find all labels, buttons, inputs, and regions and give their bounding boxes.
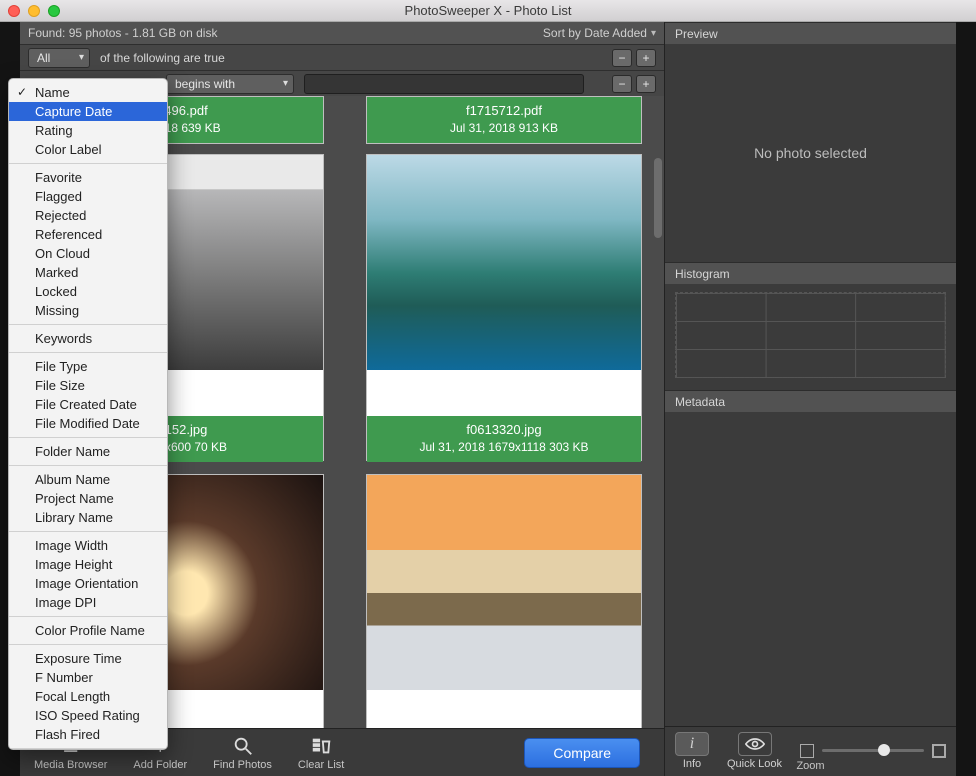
dropdown-item[interactable]: ISO Speed Rating bbox=[9, 706, 167, 725]
zoom-slider[interactable] bbox=[800, 744, 946, 758]
sort-label: Sort by Date Added bbox=[543, 26, 647, 40]
window-title: PhotoSweeper X - Photo List bbox=[0, 3, 976, 18]
dropdown-item[interactable]: On Cloud bbox=[9, 244, 167, 263]
dropdown-item[interactable]: Referenced bbox=[9, 225, 167, 244]
desktop-edge-right bbox=[956, 22, 976, 776]
dropdown-item[interactable]: Image Width bbox=[9, 536, 167, 555]
histogram-panel-title: Histogram bbox=[665, 262, 956, 284]
compare-button[interactable]: Compare bbox=[524, 738, 640, 768]
eye-icon bbox=[745, 737, 765, 751]
dropdown-item[interactable]: Folder Name bbox=[9, 442, 167, 461]
add-criterion-button[interactable]: + bbox=[636, 75, 656, 93]
add-rule-button[interactable]: + bbox=[636, 49, 656, 67]
tool-label: Clear List bbox=[298, 759, 344, 771]
metadata-body bbox=[665, 412, 956, 726]
chevron-down-icon: ▾ bbox=[651, 28, 656, 39]
info-icon: i bbox=[690, 735, 694, 753]
tool-label: Add Folder bbox=[133, 759, 187, 771]
dropdown-item[interactable]: Album Name bbox=[9, 470, 167, 489]
dropdown-item[interactable]: Capture Date bbox=[9, 102, 167, 121]
dropdown-item[interactable]: File Type bbox=[9, 357, 167, 376]
dropdown-item[interactable]: File Size bbox=[9, 376, 167, 395]
zoom-knob[interactable] bbox=[878, 744, 890, 756]
dropdown-item[interactable]: Missing bbox=[9, 301, 167, 320]
photo-card[interactable]: f1715712.pdf Jul 31, 2018 913 KB bbox=[366, 96, 642, 144]
zoom-label: Zoom bbox=[665, 760, 956, 772]
dropdown-item[interactable]: Keywords bbox=[9, 329, 167, 348]
dropdown-item[interactable]: Rating bbox=[9, 121, 167, 140]
dropdown-item[interactable]: Marked bbox=[9, 263, 167, 282]
status-bar: Found: 95 photos - 1.81 GB on disk Sort … bbox=[20, 22, 664, 44]
filter-row-root: All of the following are true − + bbox=[20, 44, 664, 70]
dropdown-item[interactable]: Library Name bbox=[9, 508, 167, 527]
scrollbar-thumb[interactable] bbox=[654, 158, 662, 238]
dropdown-item[interactable]: Image Orientation bbox=[9, 574, 167, 593]
dropdown-item[interactable]: Favorite bbox=[9, 168, 167, 187]
dropdown-item[interactable]: Exposure Time bbox=[9, 649, 167, 668]
search-icon bbox=[232, 735, 254, 757]
zoom-out-icon bbox=[800, 744, 814, 758]
tool-label: Media Browser bbox=[34, 759, 107, 771]
sort-dropdown[interactable]: Sort by Date Added ▾ bbox=[543, 26, 656, 40]
found-count-label: Found: 95 photos - 1.81 GB on disk bbox=[28, 26, 217, 40]
trash-list-icon bbox=[310, 735, 332, 757]
tool-label: Find Photos bbox=[213, 759, 272, 771]
dropdown-item[interactable]: Focal Length bbox=[9, 687, 167, 706]
zoom-in-icon bbox=[932, 744, 946, 758]
photo-filename: f0613320.jpg bbox=[371, 421, 637, 439]
photo-card[interactable]: f0613320.jpg Jul 31, 2018 1679x1118 303 … bbox=[366, 154, 642, 461]
photo-thumbnail bbox=[367, 155, 641, 370]
filter-value-input[interactable] bbox=[304, 74, 584, 94]
remove-rule-button[interactable]: − bbox=[612, 49, 632, 67]
dropdown-item[interactable]: File Created Date bbox=[9, 395, 167, 414]
photo-meta: Jul 31, 2018 913 KB bbox=[371, 120, 637, 136]
filter-operator-value: begins with bbox=[175, 77, 235, 91]
photo-filename: f1715712.pdf bbox=[371, 102, 637, 120]
dropdown-item[interactable]: Project Name bbox=[9, 489, 167, 508]
histogram-grid bbox=[675, 292, 946, 378]
dropdown-item[interactable]: Image DPI bbox=[9, 593, 167, 612]
dropdown-item[interactable]: Locked bbox=[9, 282, 167, 301]
filter-scope-value: All bbox=[37, 51, 50, 65]
preview-panel-title: Preview bbox=[665, 22, 956, 44]
dropdown-item[interactable]: Name bbox=[9, 83, 167, 102]
photo-card[interactable] bbox=[366, 474, 642, 728]
filter-scope-suffix: of the following are true bbox=[100, 51, 225, 65]
attribute-dropdown[interactable]: NameCapture DateRatingColor Label Favorit… bbox=[8, 78, 168, 750]
remove-criterion-button[interactable]: − bbox=[612, 75, 632, 93]
dropdown-item[interactable]: Rejected bbox=[9, 206, 167, 225]
inspector-sidebar: Preview No photo selected Histogram Meta… bbox=[664, 22, 956, 776]
window-titlebar: PhotoSweeper X - Photo List bbox=[0, 0, 976, 22]
photo-thumbnail bbox=[367, 475, 641, 690]
dropdown-item[interactable]: Color Label bbox=[9, 140, 167, 159]
dropdown-item[interactable]: Flash Fired bbox=[9, 725, 167, 744]
dropdown-item[interactable]: Image Height bbox=[9, 555, 167, 574]
clear-list-button[interactable]: Clear List bbox=[298, 735, 344, 771]
filter-scope-select[interactable]: All bbox=[28, 48, 90, 68]
dropdown-item[interactable]: File Modified Date bbox=[9, 414, 167, 433]
dropdown-item[interactable]: Color Profile Name bbox=[9, 621, 167, 640]
find-photos-button[interactable]: Find Photos bbox=[213, 735, 272, 771]
filter-operator-select[interactable]: begins with bbox=[166, 74, 294, 94]
metadata-panel-title: Metadata bbox=[665, 390, 956, 412]
preview-empty-label: No photo selected bbox=[665, 44, 956, 262]
dropdown-item[interactable]: F Number bbox=[9, 668, 167, 687]
dropdown-item[interactable]: Flagged bbox=[9, 187, 167, 206]
photo-meta: Jul 31, 2018 1679x1118 303 KB bbox=[371, 439, 637, 455]
